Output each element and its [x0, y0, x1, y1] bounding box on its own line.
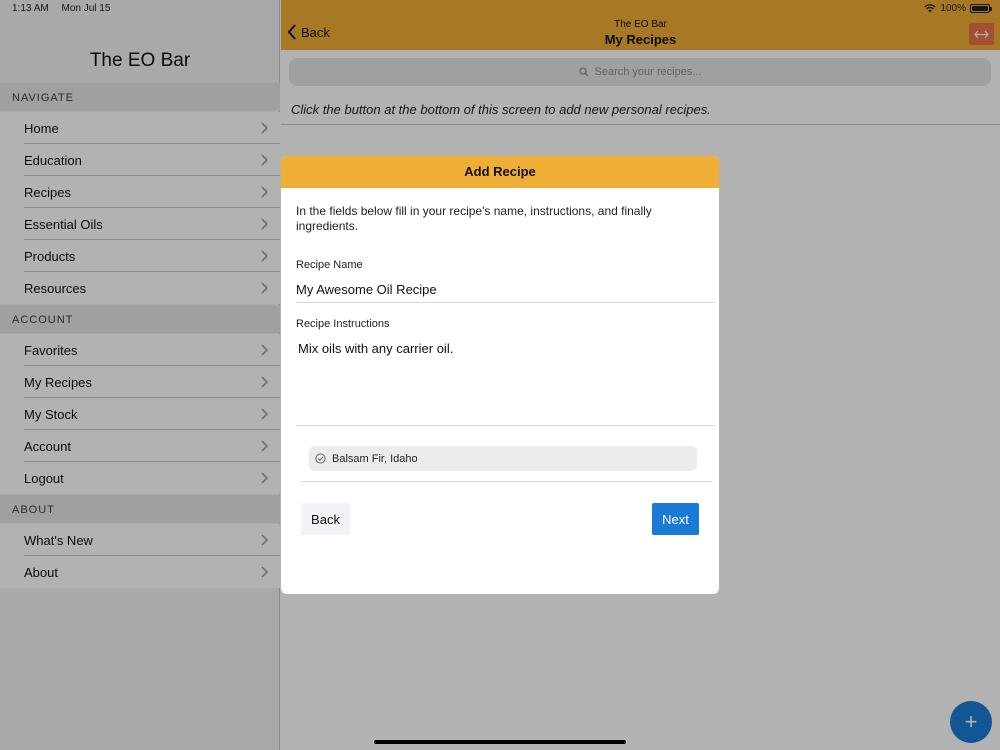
divider — [296, 425, 715, 426]
divider — [301, 481, 712, 482]
next-button[interactable]: Next — [652, 503, 699, 535]
recipe-instructions-label: Recipe Instructions — [296, 318, 390, 330]
recipe-name-label: Recipe Name — [296, 259, 363, 271]
divider — [296, 302, 715, 303]
ingredient-chip[interactable]: Balsam Fir, Idaho — [309, 446, 697, 471]
ingredient-chip-label: Balsam Fir, Idaho — [332, 452, 418, 465]
recipe-name-field[interactable]: My Awesome Oil Recipe — [296, 282, 437, 297]
home-indicator — [374, 740, 626, 744]
modal-intro-text: In the fields below fill in your recipe'… — [296, 204, 652, 233]
check-circle-icon — [315, 453, 326, 464]
modal-title: Add Recipe — [281, 156, 719, 188]
add-recipe-modal: Add Recipe In the fields below fill in y… — [281, 156, 719, 594]
back-button[interactable]: Back — [301, 503, 350, 535]
recipe-instructions-field[interactable]: Mix oils with any carrier oil. — [298, 341, 453, 356]
